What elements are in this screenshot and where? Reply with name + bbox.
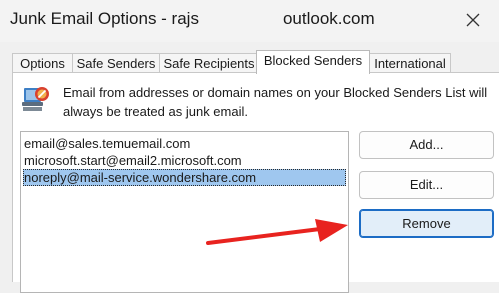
remove-button[interactable]: Remove (359, 209, 494, 238)
tab-strip: Options Safe Senders Safe Recipients Blo… (12, 50, 499, 74)
window-title: Junk Email Options - rajs outlook.com (10, 9, 375, 29)
tab-safe-senders[interactable]: Safe Senders (72, 53, 160, 73)
title-bar: Junk Email Options - rajs outlook.com (0, 0, 499, 42)
edit-button[interactable]: Edit... (359, 171, 494, 199)
red-arrow-icon (206, 219, 348, 245)
tab-safe-recipients[interactable]: Safe Recipients (159, 53, 259, 73)
close-button[interactable] (458, 6, 488, 34)
blocked-senders-list[interactable]: email@sales.temuemail.com microsoft.star… (20, 131, 349, 293)
list-item[interactable]: email@sales.temuemail.com (24, 135, 193, 152)
blocked-senders-description: Email from addresses or domain names on … (63, 85, 488, 119)
redacted-email (198, 12, 283, 27)
tab-options[interactable]: Options (12, 53, 73, 73)
blocked-senders-icon (22, 87, 49, 111)
add-button[interactable]: Add... (359, 131, 494, 159)
list-item[interactable]: microsoft.start@email2.microsoft.com (24, 152, 245, 169)
window-title-prefix: Junk Email Options - rajs (10, 9, 199, 28)
tab-international[interactable]: International (369, 53, 451, 73)
tab-blocked-senders[interactable]: Blocked Senders (256, 50, 370, 74)
list-item-selected[interactable]: noreply@mail-service.wondershare.com (23, 169, 346, 186)
close-icon (466, 13, 480, 27)
window-title-suffix: outlook.com (282, 9, 375, 28)
